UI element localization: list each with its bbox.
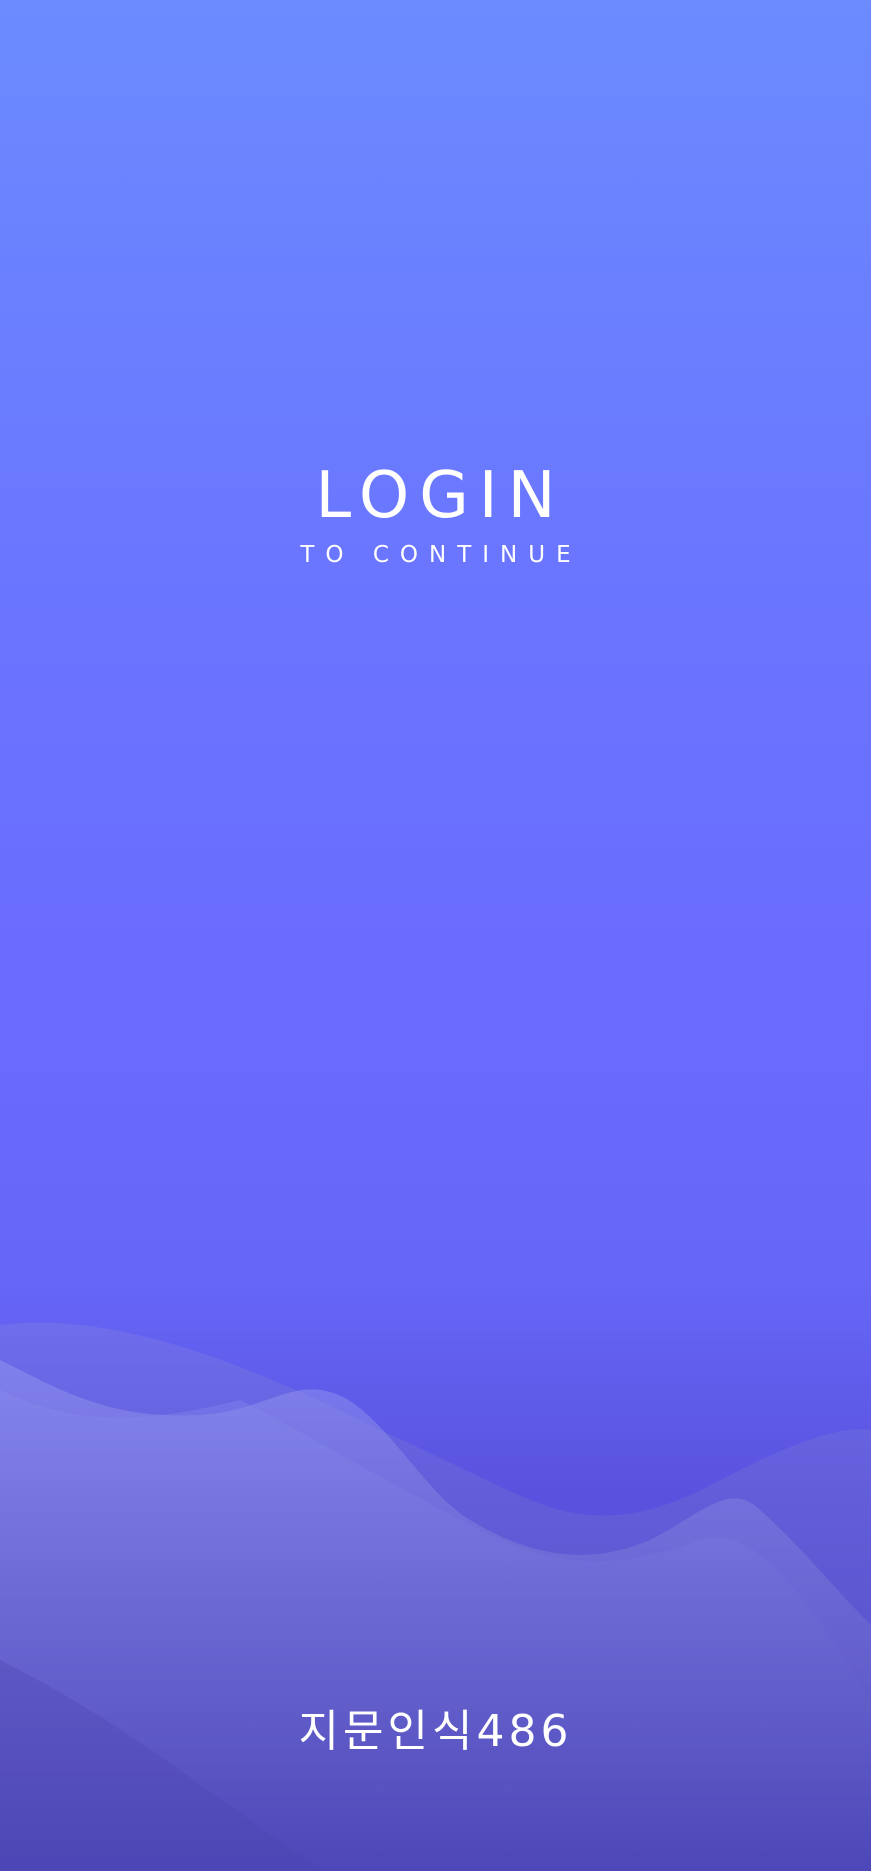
page-subtitle: TO CONTINUE [300, 542, 582, 568]
page-title: LOGIN [315, 459, 566, 533]
title-block: LOGIN TO CONTINUE [0, 460, 871, 570]
fingerprint-label[interactable]: 지문인식486 [0, 1704, 871, 1760]
wave-background [0, 1322, 871, 1871]
login-screen: LOGIN TO CONTINUE 지문인식486 [0, 0, 871, 1871]
